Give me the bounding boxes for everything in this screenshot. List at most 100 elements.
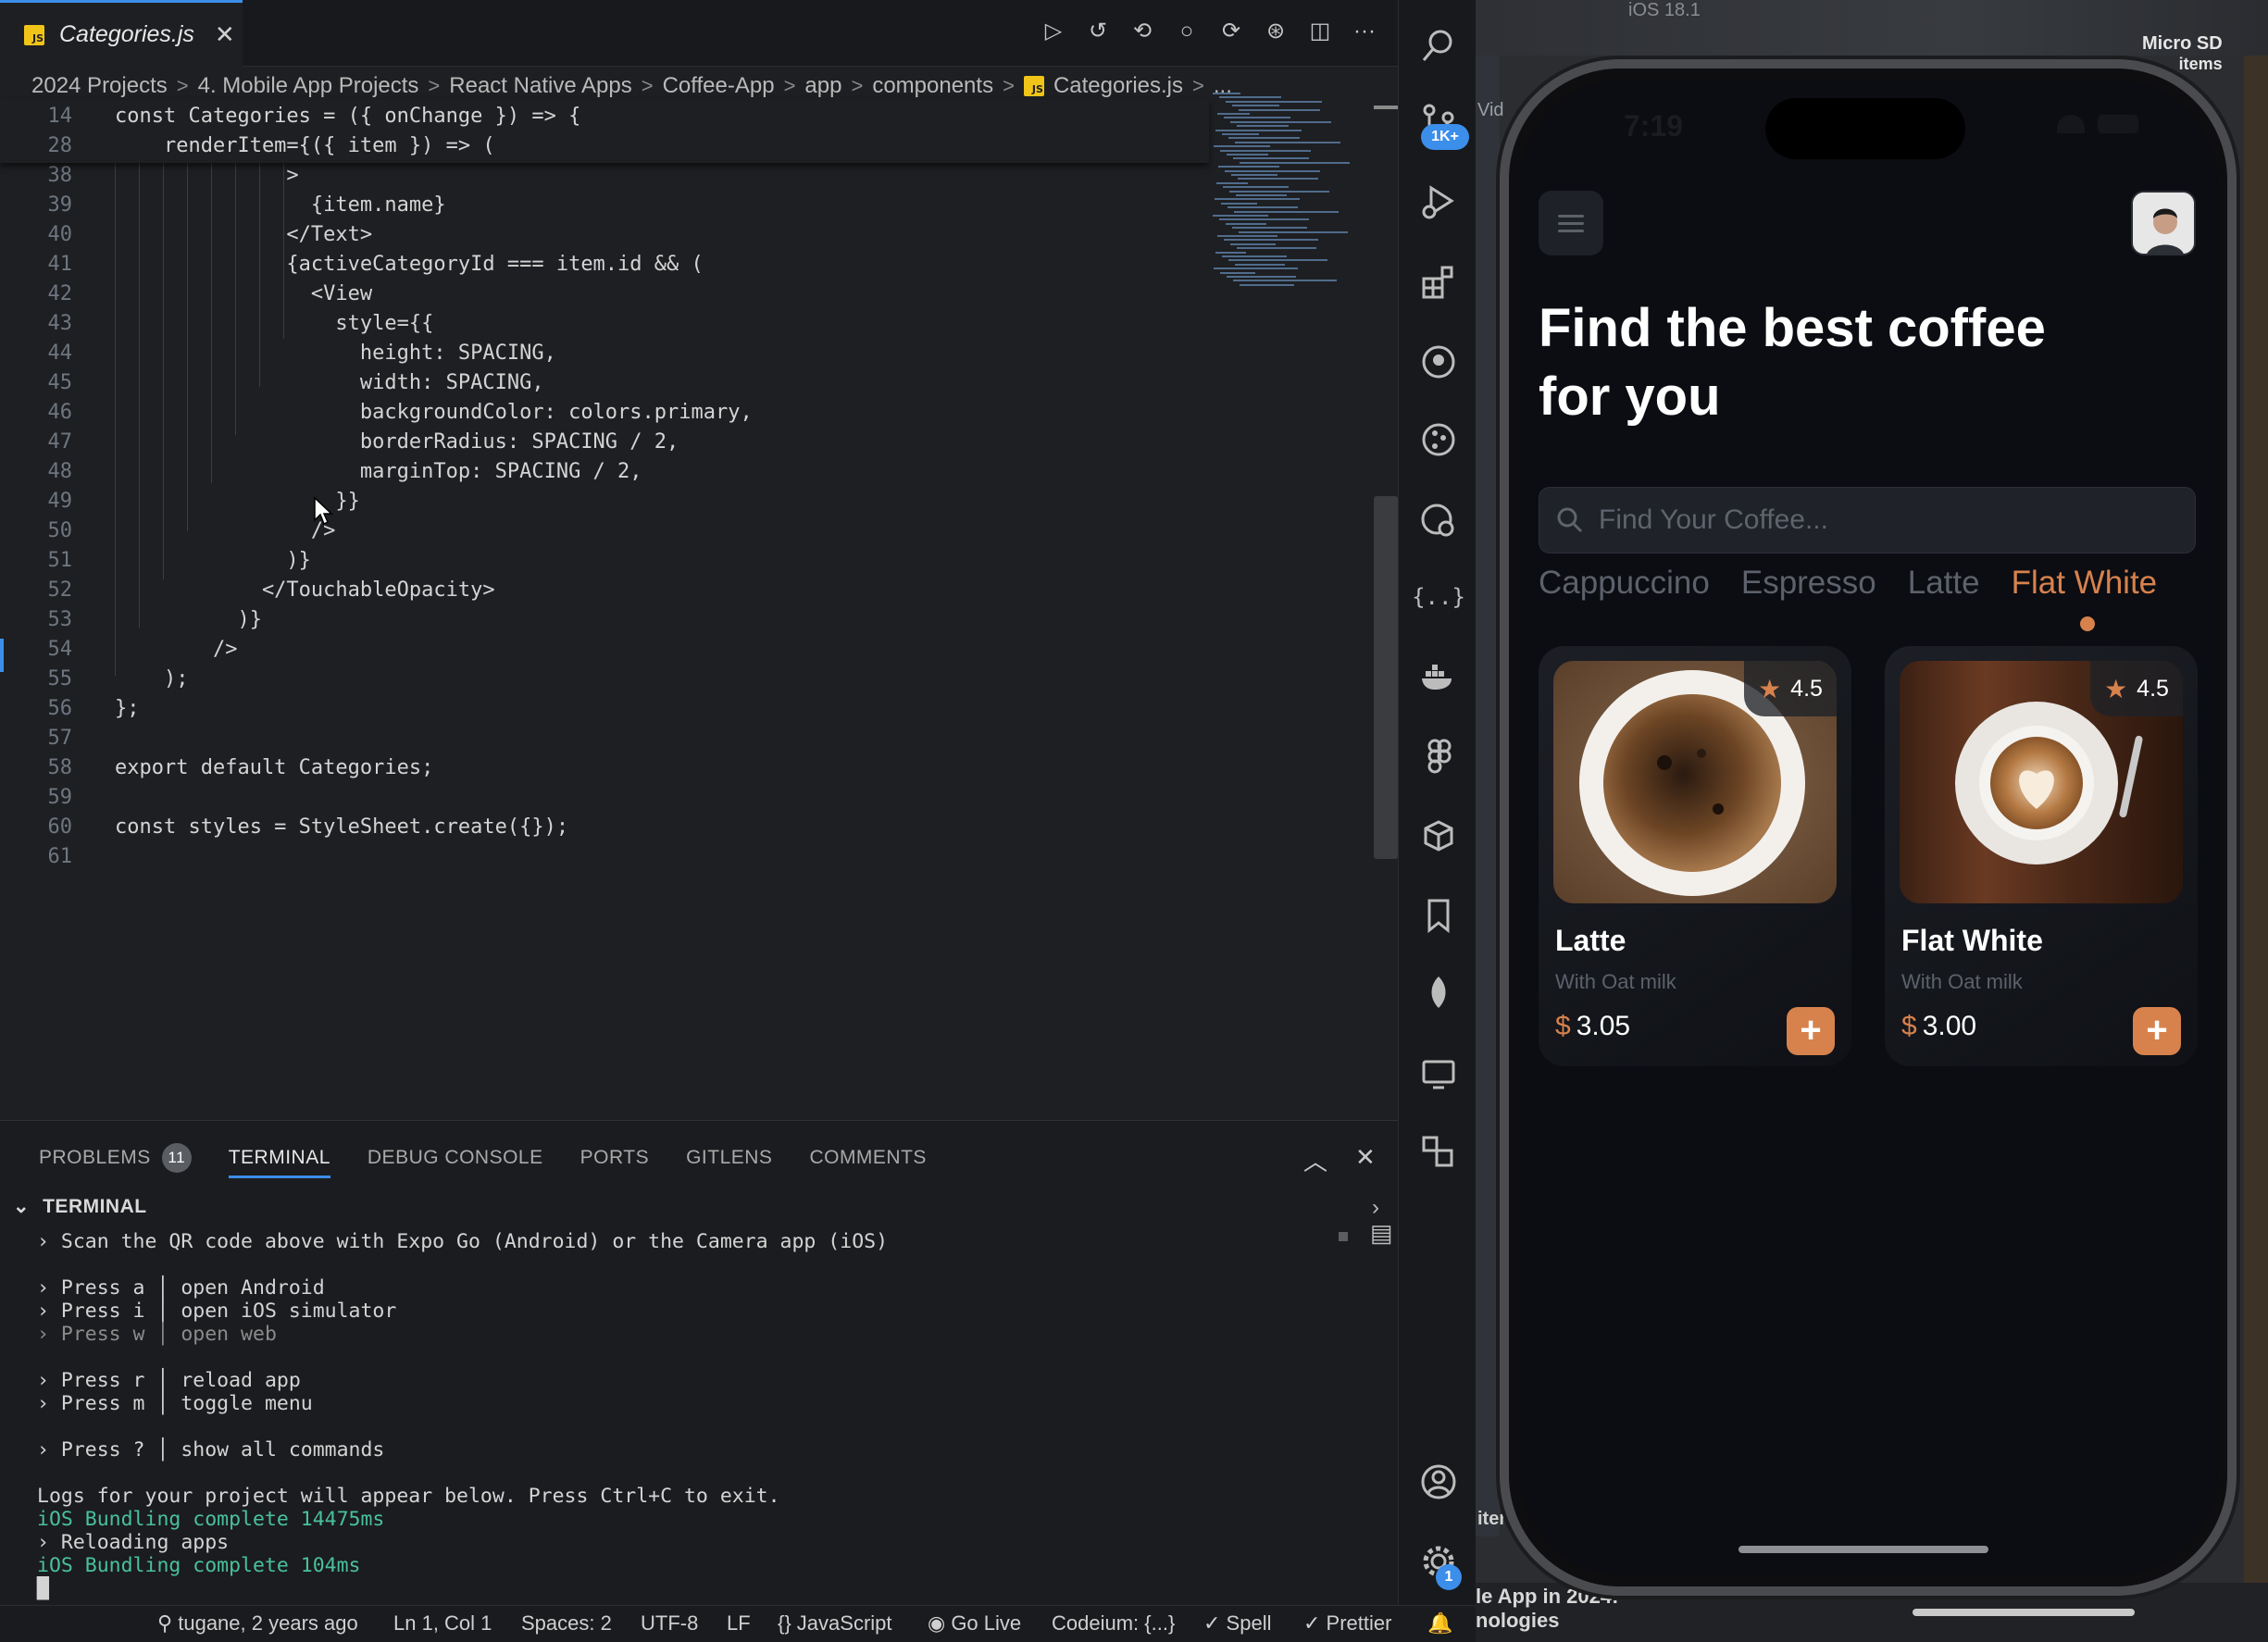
code-line[interactable]: 44 height: SPACING, <box>0 339 1209 368</box>
status-language[interactable]: {} JavaScript <box>778 1611 892 1636</box>
figma-icon[interactable] <box>1417 735 1460 777</box>
search-icon[interactable] <box>1417 24 1460 67</box>
docker-icon[interactable] <box>1417 655 1460 698</box>
code-line[interactable]: 40 </Text> <box>0 220 1209 250</box>
code-line[interactable]: 42 <View <box>0 280 1209 309</box>
code-line[interactable]: 54 /> <box>0 635 1209 665</box>
avatar[interactable] <box>2131 191 2196 255</box>
breadcrumb-item[interactable]: React Native Apps <box>449 73 631 99</box>
remote-explorer-icon[interactable] <box>1417 498 1460 541</box>
code-line[interactable]: 57 <box>0 724 1209 753</box>
terminal-list-icon[interactable]: ▤ <box>1370 1219 1393 1248</box>
split-editor-icon[interactable]: ◫ <box>1308 19 1332 44</box>
tab-gitlens[interactable]: GITLENS <box>686 1139 772 1176</box>
tab-ports[interactable]: PORTS <box>580 1139 649 1176</box>
breadcrumb-item[interactable]: Categories.js <box>1053 73 1183 99</box>
code-line[interactable]: 59 <box>0 783 1209 813</box>
code-line[interactable]: 50 /> <box>0 516 1209 546</box>
terminal-scrollbar[interactable] <box>1339 1232 1348 1241</box>
git-graph-icon[interactable] <box>1417 418 1460 461</box>
code-line[interactable]: 41 {activeCategoryId === item.id && ( <box>0 250 1209 280</box>
code-line[interactable]: 43 style={{ <box>0 309 1209 339</box>
code-line[interactable]: 46 backgroundColor: colors.primary, <box>0 398 1209 428</box>
terminal-section-header[interactable]: ⌄ TERMINAL <box>13 1195 147 1218</box>
code-line[interactable]: 48 marginTop: SPACING / 2, <box>0 457 1209 487</box>
breadcrumb-item[interactable]: 4. Mobile App Projects <box>198 73 419 99</box>
status-prettier[interactable]: ✓ Prettier <box>1303 1611 1391 1636</box>
code-area[interactable]: 38 >39 {item.name} 40 </Text> 41 {activeCa… <box>0 157 1209 898</box>
hamburger-line <box>1558 221 1584 225</box>
code-line[interactable]: 58 export default Categories; <box>0 753 1209 783</box>
status-git-blame[interactable]: ⚲ tugane, 2 years ago <box>157 1611 358 1636</box>
search-bar[interactable] <box>1539 487 2196 554</box>
editor-scrollbar[interactable] <box>1374 496 1398 859</box>
layout-icon[interactable] <box>1417 1131 1460 1174</box>
status-codeium[interactable]: Codeium: {...} <box>1052 1611 1175 1636</box>
github-icon[interactable] <box>1417 341 1460 383</box>
remote-window-icon[interactable] <box>1417 1053 1460 1096</box>
git-commit-icon[interactable]: ○ <box>1175 19 1199 44</box>
close-panel-icon[interactable]: ✕ <box>1355 1143 1376 1177</box>
breadcrumb-item[interactable]: components <box>872 73 993 99</box>
sticky-code-line[interactable]: 28 renderItem={({ item }) => ( <box>0 131 1209 161</box>
sticky-code-line[interactable]: 14 const Categories = ({ onChange }) => { <box>0 102 1209 131</box>
category-flat-white[interactable]: Flat White <box>2012 565 2157 631</box>
status-go-live[interactable]: ◉ Go Live <box>928 1611 1021 1636</box>
bookmark-icon[interactable] <box>1417 894 1460 937</box>
category-cappuccino[interactable]: Cappuccino <box>1539 565 1710 602</box>
more-actions-icon[interactable]: ··· <box>1352 19 1377 44</box>
breadcrumb-item[interactable]: 2024 Projects <box>31 73 168 99</box>
extensions-icon[interactable] <box>1417 261 1460 304</box>
terminal-output[interactable]: › Scan the QR code above with Expo Go (A… <box>37 1230 1333 1600</box>
sticky-scroll-header[interactable]: 14 const Categories = ({ onChange }) => {… <box>0 100 1209 163</box>
add-to-cart-button[interactable]: + <box>1787 1007 1835 1055</box>
code-line[interactable]: 53 )} <box>0 605 1209 635</box>
code-line[interactable]: 38 > <box>0 161 1209 191</box>
tab-categories-js[interactable]: JS Categories.js ✕ <box>0 0 243 67</box>
package-icon[interactable] <box>1417 815 1460 857</box>
run-debug-icon[interactable] <box>1417 181 1460 224</box>
mongodb-leaf-icon[interactable] <box>1417 972 1460 1014</box>
code-line[interactable]: 55 ); <box>0 665 1209 694</box>
home-indicator[interactable] <box>1738 1546 1988 1553</box>
code-line[interactable]: 45 width: SPACING, <box>0 368 1209 398</box>
coffee-card[interactable]: ★ 4.5 Latte With Oat milk $3.05 + <box>1539 646 1851 1066</box>
code-line[interactable]: 39 {item.name} <box>0 191 1209 220</box>
notifications-bell-icon[interactable]: 🔔 <box>1427 1611 1452 1636</box>
code-line[interactable]: 49 }} <box>0 487 1209 516</box>
search-input[interactable] <box>1599 504 2154 536</box>
status-spell[interactable]: ✓ Spell <box>1203 1611 1271 1636</box>
go-forward-icon[interactable]: ⟳ <box>1219 19 1243 44</box>
category-latte[interactable]: Latte <box>1908 565 1980 602</box>
code-line[interactable]: 52 </TouchableOpacity> <box>0 576 1209 605</box>
code-line[interactable]: 56}; <box>0 694 1209 724</box>
close-tab-icon[interactable]: ✕ <box>215 20 235 49</box>
breadcrumb-item[interactable]: app <box>804 73 841 99</box>
accounts-icon[interactable] <box>1417 1461 1460 1503</box>
timeline-icon[interactable]: ↺ <box>1086 19 1110 44</box>
status-cursor-position[interactable]: Ln 1, Col 1 <box>393 1611 492 1636</box>
chevron-right-icon[interactable]: › <box>1372 1195 1379 1221</box>
status-encoding[interactable]: UTF-8 <box>641 1611 698 1636</box>
code-line[interactable]: 51 )} <box>0 546 1209 576</box>
code-line[interactable]: 47 borderRadius: SPACING / 2, <box>0 428 1209 457</box>
coffee-card[interactable]: ★ 4.5 Flat White With Oat milk $3.00 + <box>1885 646 2198 1066</box>
status-indentation[interactable]: Spaces: 2 <box>521 1611 612 1636</box>
tab-terminal[interactable]: TERMINAL <box>228 1139 331 1178</box>
json-braces-icon[interactable]: {..} <box>1412 576 1465 618</box>
breadcrumb-item[interactable]: Coffee-App <box>663 73 775 99</box>
code-line[interactable]: 60 const styles = StyleSheet.create({}); <box>0 813 1209 842</box>
category-espresso[interactable]: Espresso <box>1741 565 1876 602</box>
maximize-panel-icon[interactable]: ︿ <box>1303 1143 1327 1177</box>
tab-comments[interactable]: COMMENTS <box>809 1139 927 1176</box>
code-line[interactable]: 61 <box>0 842 1209 872</box>
tab-problems[interactable]: PROBLEMS 11 <box>39 1139 192 1176</box>
menu-button[interactable] <box>1539 191 1603 255</box>
go-back-icon[interactable]: ⟲ <box>1130 19 1154 44</box>
gitlens-icon[interactable]: ⊛ <box>1264 19 1288 44</box>
minimap[interactable] <box>1213 93 1350 305</box>
run-icon[interactable]: ▷ <box>1041 19 1065 44</box>
status-line-ending[interactable]: LF <box>727 1611 751 1636</box>
tab-debug-console[interactable]: DEBUG CONSOLE <box>368 1139 543 1176</box>
add-to-cart-button[interactable]: + <box>2133 1007 2181 1055</box>
